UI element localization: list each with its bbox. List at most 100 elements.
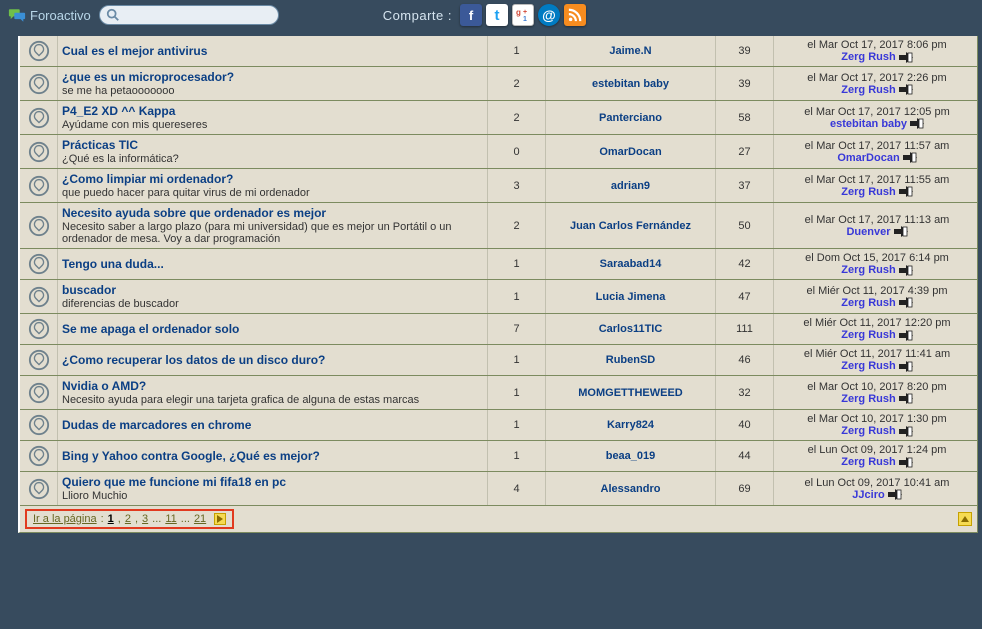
last-post-author-link[interactable]: Zerg Rush <box>841 264 895 276</box>
page-link[interactable]: 2 <box>125 513 131 525</box>
goto-last-post-icon[interactable] <box>899 186 913 197</box>
topic-subtitle: Ayúdame con mis quereseres <box>62 119 483 131</box>
last-post-author-link[interactable]: JJciro <box>852 489 884 501</box>
topic-title-link[interactable]: Necesito ayuda sobre que ordenador es me… <box>62 206 483 220</box>
topic-title-link[interactable]: Quiero que me funcione mi fifa18 en pc <box>62 475 483 489</box>
goto-page-link[interactable]: Ir a la página <box>33 513 97 525</box>
search-box[interactable] <box>99 5 279 25</box>
goto-last-post-icon[interactable] <box>899 426 913 437</box>
last-post-author-link[interactable]: Duenver <box>846 226 890 238</box>
last-post-author-link[interactable]: Zerg Rush <box>841 51 895 63</box>
last-post-author-link[interactable]: Zerg Rush <box>841 456 895 468</box>
views-count: 40 <box>716 410 774 440</box>
author-link[interactable]: Jaime.N <box>609 45 651 57</box>
last-post-author-link[interactable]: estebitan baby <box>830 118 907 130</box>
topic-status-icon <box>20 280 58 313</box>
last-post-date: el Mar Oct 17, 2017 2:26 pm <box>807 72 946 84</box>
topic-title-link[interactable]: Bing y Yahoo contra Google, ¿Qué es mejo… <box>62 449 483 463</box>
last-post-date: el Mar Oct 10, 2017 1:30 pm <box>807 413 946 425</box>
author-link[interactable]: adrian9 <box>611 180 650 192</box>
last-post-date: el Mar Oct 17, 2017 8:06 pm <box>807 39 946 51</box>
author-link[interactable]: Carlos11TIC <box>599 323 663 335</box>
author-link[interactable]: Karry824 <box>607 419 654 431</box>
last-post-date: el Miér Oct 11, 2017 12:20 pm <box>803 317 950 329</box>
goto-last-post-icon[interactable] <box>910 118 924 129</box>
views-count: 44 <box>716 441 774 471</box>
topic-subtitle: se me ha petaooooooo <box>62 85 483 97</box>
topic-title-link[interactable]: Tengo una duda... <box>62 257 483 271</box>
topic-title-link[interactable]: Nvidia o AMD? <box>62 379 483 393</box>
author-link[interactable]: Juan Carlos Fernández <box>570 220 691 232</box>
author-link[interactable]: OmarDocan <box>599 146 661 158</box>
last-post-author-link[interactable]: Zerg Rush <box>841 393 895 405</box>
last-post-author-link[interactable]: Zerg Rush <box>841 360 895 372</box>
last-post-author-link[interactable]: Zerg Rush <box>841 186 895 198</box>
goto-last-post-icon[interactable] <box>899 361 913 372</box>
facebook-icon[interactable]: f <box>460 4 482 26</box>
last-post-date: el Mar Oct 17, 2017 11:13 am <box>805 214 950 226</box>
topic-row: Cual es el mejor antivirus 1 Jaime.N 39 … <box>20 36 977 67</box>
googleplus-icon[interactable]: g + 1 <box>512 4 534 26</box>
topic-row: Prácticas TIC ¿Qué es la informática? 0 … <box>20 135 977 169</box>
views-count: 39 <box>716 36 774 66</box>
email-icon[interactable]: @ <box>538 4 560 26</box>
goto-last-post-icon[interactable] <box>899 393 913 404</box>
goto-last-post-icon[interactable] <box>899 265 913 276</box>
topic-title-link[interactable]: ¿Como limpiar mi ordenador? <box>62 172 483 186</box>
search-input[interactable] <box>124 9 272 21</box>
views-count: 47 <box>716 280 774 313</box>
topic-status-icon <box>20 472 58 505</box>
author-link[interactable]: Saraabad14 <box>600 258 662 270</box>
last-post-author-link[interactable]: OmarDocan <box>837 152 899 164</box>
topic-title-link[interactable]: Dudas de marcadores en chrome <box>62 418 483 432</box>
goto-last-post-icon[interactable] <box>899 330 913 341</box>
topic-title-link[interactable]: Prácticas TIC <box>62 138 483 152</box>
author-link[interactable]: beaa_019 <box>606 450 656 462</box>
last-post-author-link[interactable]: Zerg Rush <box>841 329 895 341</box>
scroll-top-button[interactable] <box>958 512 972 526</box>
views-count: 32 <box>716 376 774 409</box>
author-link[interactable]: Lucia Jimena <box>596 291 666 303</box>
topic-title-link[interactable]: ¿que es un microprocesador? <box>62 70 483 84</box>
last-post-date: el Lun Oct 09, 2017 10:41 am <box>805 477 950 489</box>
topic-title-link[interactable]: P4_E2 XD ^^ Kappa <box>62 104 483 118</box>
goto-last-post-icon[interactable] <box>899 84 913 95</box>
author-link[interactable]: Panterciano <box>599 112 662 124</box>
topic-status-icon <box>20 203 58 248</box>
goto-last-post-icon[interactable] <box>899 457 913 468</box>
page-current[interactable]: 1 <box>108 513 114 525</box>
goto-last-post-icon[interactable] <box>888 489 902 500</box>
last-post-date: el Lun Oct 09, 2017 1:24 pm <box>808 444 947 456</box>
views-count: 111 <box>716 314 774 344</box>
topic-title-link[interactable]: Cual es el mejor antivirus <box>62 44 483 58</box>
author-link[interactable]: estebitan baby <box>592 78 669 90</box>
topic-title-link[interactable]: ¿Como recuperar los datos de un disco du… <box>62 353 483 367</box>
topic-title-link[interactable]: buscador <box>62 283 483 297</box>
views-count: 46 <box>716 345 774 375</box>
page-link[interactable]: 21 <box>194 513 206 525</box>
author-link[interactable]: MOMGETTHEWEED <box>578 387 683 399</box>
brand-logo[interactable]: Foroactivo <box>8 8 91 23</box>
replies-count: 4 <box>488 472 546 505</box>
author-link[interactable]: RubenSD <box>606 354 656 366</box>
topic-status-icon <box>20 376 58 409</box>
topic-title-link[interactable]: Se me apaga el ordenador solo <box>62 322 483 336</box>
topic-status-icon <box>20 314 58 344</box>
rss-icon[interactable] <box>564 4 586 26</box>
next-page-button[interactable] <box>214 513 226 525</box>
page-link[interactable]: 3 <box>142 513 148 525</box>
twitter-icon[interactable]: t <box>486 4 508 26</box>
page-link[interactable]: 11 <box>165 513 176 525</box>
replies-count: 1 <box>488 280 546 313</box>
last-post-date: el Mar Oct 10, 2017 8:20 pm <box>807 381 946 393</box>
topic-row: Necesito ayuda sobre que ordenador es me… <box>20 203 977 249</box>
goto-last-post-icon[interactable] <box>899 297 913 308</box>
last-post-author-link[interactable]: Zerg Rush <box>841 84 895 96</box>
goto-last-post-icon[interactable] <box>899 52 913 63</box>
last-post-author-link[interactable]: Zerg Rush <box>841 297 895 309</box>
author-link[interactable]: Alessandro <box>601 483 661 495</box>
last-post-date: el Miér Oct 11, 2017 11:41 am <box>804 348 950 360</box>
goto-last-post-icon[interactable] <box>894 226 908 237</box>
last-post-author-link[interactable]: Zerg Rush <box>841 425 895 437</box>
goto-last-post-icon[interactable] <box>903 152 917 163</box>
